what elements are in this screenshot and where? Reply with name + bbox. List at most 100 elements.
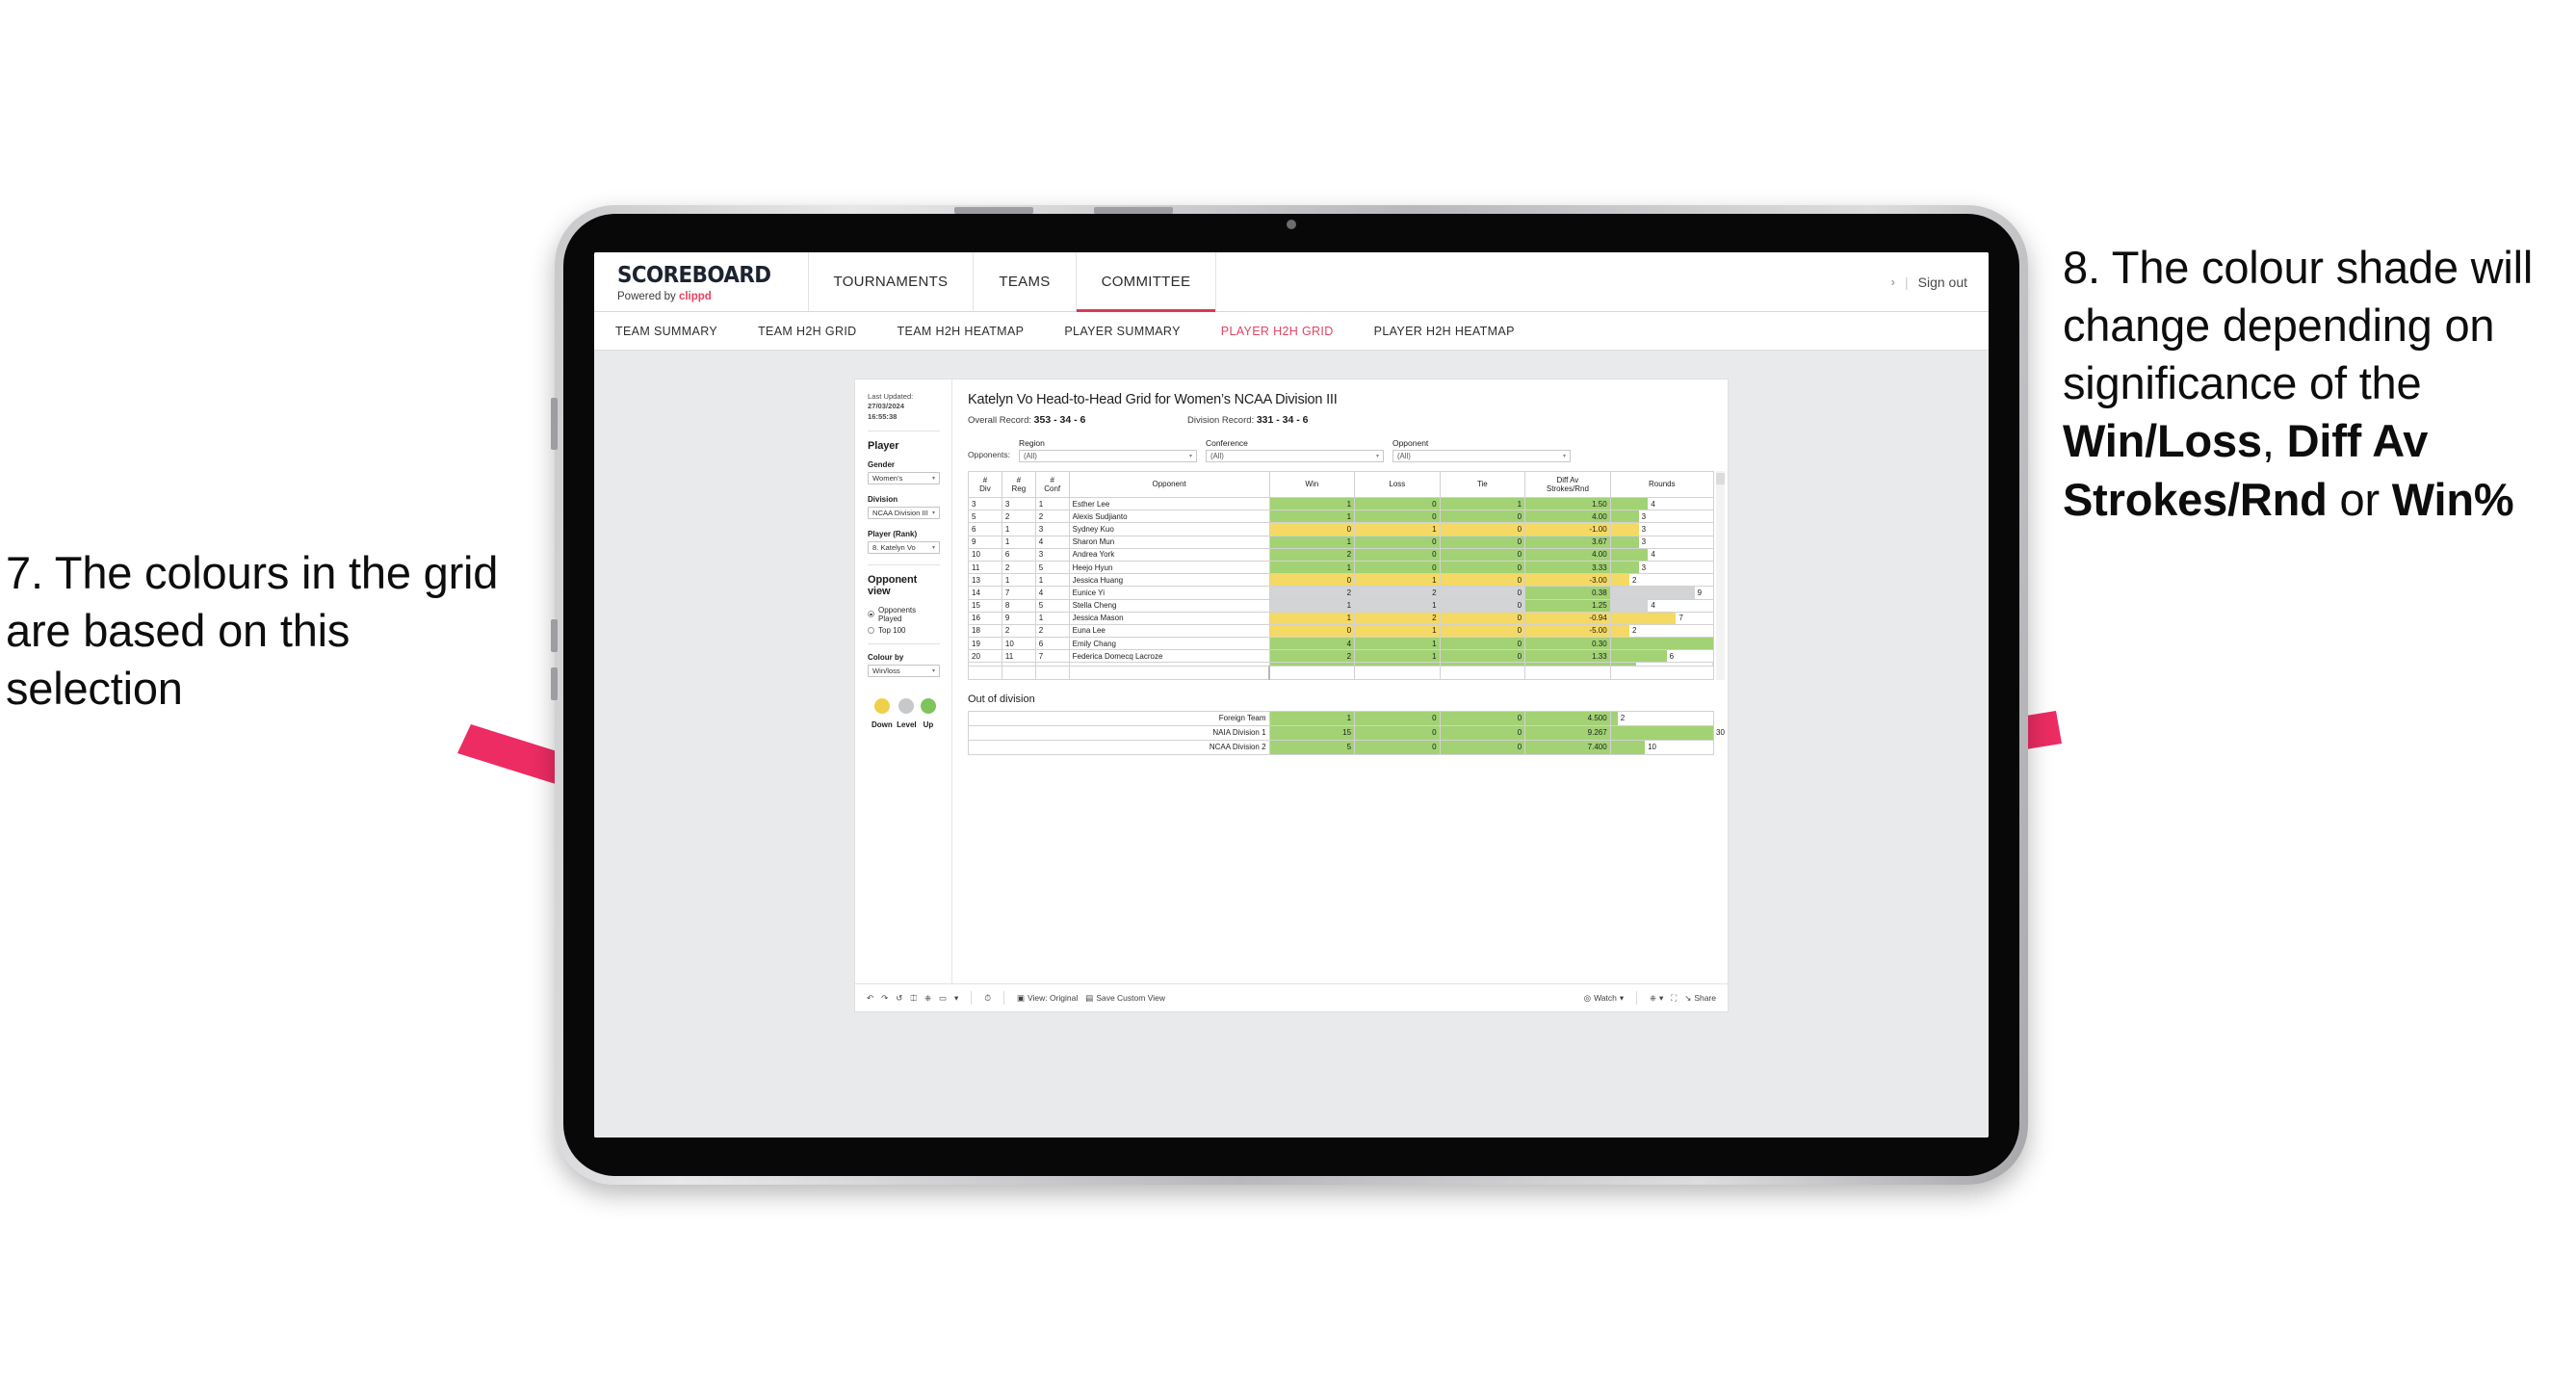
cell: 2 xyxy=(1034,623,1070,639)
column-header-loss[interactable]: Loss xyxy=(1354,471,1441,498)
tablet-volume-up-button[interactable] xyxy=(954,207,1033,214)
table-row[interactable]: 5 2 2 Alexis Sudjianto 1 0 0 4.00 3 xyxy=(968,510,1715,524)
table-row[interactable]: 14 7 4 Eunice Yi 2 2 0 0.38 9 xyxy=(968,586,1715,600)
cell: Euna Lee xyxy=(1068,623,1270,639)
nav-item-tournaments[interactable]: TOURNAMENTS xyxy=(809,252,975,311)
cell: 0 xyxy=(1439,560,1526,575)
cell: Emily Chang xyxy=(1068,637,1270,651)
chevron-down-icon: ▾ xyxy=(1188,454,1192,459)
brand-subtitle: Powered by clippd xyxy=(617,291,783,302)
filter-select[interactable]: (All) ▾ xyxy=(1018,450,1197,462)
nav-item-committee[interactable]: COMMITTEE xyxy=(1076,252,1217,312)
tablet-side-button-b[interactable] xyxy=(551,667,558,700)
refresh-button[interactable]: ⎅ xyxy=(910,994,917,1003)
colour-by-value: Win/loss xyxy=(872,666,900,675)
table-row[interactable]: 15 8 5 Stella Cheng 1 1 0 1.25 4 xyxy=(968,598,1715,613)
cell: 0.30 xyxy=(1524,637,1611,651)
cell: Jessica Mason xyxy=(1068,611,1270,625)
legend-item-down: Down xyxy=(872,697,893,729)
brand-logo[interactable]: SCOREBOARD Powered by clippd xyxy=(594,252,809,311)
table-scrollbar-track[interactable] xyxy=(1716,471,1725,680)
cell: 1 xyxy=(1268,496,1356,511)
tablet-power-button[interactable] xyxy=(551,398,558,450)
filter-conference: Conference (All) ▾ xyxy=(1205,438,1384,462)
tablet-side-button-a[interactable] xyxy=(551,619,558,652)
division-select[interactable]: NCAA Division III ▾ xyxy=(868,506,940,519)
sign-out-link[interactable]: Sign out xyxy=(1918,275,1967,290)
column-header-diff-av-strokes-rnd[interactable]: Diff Av Strokes/Rnd xyxy=(1524,471,1611,498)
cell: NCAA Division 2 xyxy=(968,739,1270,755)
out-of-division-row[interactable]: NCAA Division 2 5 0 0 7.400 10 xyxy=(968,739,1715,755)
subnav-item-team-h2h-grid[interactable]: TEAM H2H GRID xyxy=(738,325,876,338)
table-row[interactable]: 3 3 1 Esther Lee 1 0 1 1.50 4 xyxy=(968,496,1715,511)
table-row[interactable]: 19106Emily Chang4100.3011 xyxy=(968,637,1715,651)
subnav-item-player-h2h-grid[interactable]: PLAYER H2H GRID xyxy=(1201,325,1354,338)
view-original-button[interactable]: ▣ View: Original xyxy=(1017,993,1078,1003)
cell: 0 xyxy=(1439,611,1526,625)
divider xyxy=(868,563,940,565)
table-scrollbar-thumb[interactable] xyxy=(1716,473,1725,484)
table-row[interactable]: 13 1 1 Jessica Huang 0 1 0 -3.00 2 xyxy=(968,573,1715,588)
chevron-down-icon: ▾ xyxy=(931,510,935,516)
column-header--div[interactable]: # Div xyxy=(968,471,1002,498)
column-header-tie[interactable]: Tie xyxy=(1439,471,1526,498)
column-header--reg[interactable]: # Reg xyxy=(1001,471,1036,498)
save-custom-view-button[interactable]: ▤ Save Custom View xyxy=(1085,993,1165,1003)
undo-button[interactable]: ↶ xyxy=(867,994,873,1003)
cell: 5 xyxy=(968,510,1002,524)
watch-button[interactable]: ◎ Watch ▾ xyxy=(1584,993,1624,1003)
chevron-right-icon[interactable]: › xyxy=(1891,275,1895,289)
filter-select[interactable]: (All) ▾ xyxy=(1205,450,1384,462)
gender-select[interactable]: Women’s ▾ xyxy=(868,471,940,484)
cell: 1 xyxy=(1354,649,1441,664)
table-row[interactable]: 11 2 5 Heejo Hyun 1 0 0 3.33 3 xyxy=(968,560,1715,575)
cell: 0.38 xyxy=(1524,586,1611,600)
revert-button[interactable]: ↺ xyxy=(896,994,902,1003)
pause-auto-update-button[interactable]: ⎈ xyxy=(924,994,931,1003)
redo-button[interactable]: ↷ xyxy=(881,994,888,1003)
radio-opponents-played[interactable]: Opponents Played xyxy=(868,606,940,623)
nav-item-teams[interactable]: TEAMS xyxy=(974,252,1077,311)
colour-by-select[interactable]: Win/loss ▾ xyxy=(868,664,940,677)
table-row[interactable]: 20 11 7 Federica Domecq Lacroze 2 1 0 1.33 6 xyxy=(968,649,1715,664)
column-header-win[interactable]: Win xyxy=(1268,471,1356,498)
table-row[interactable]: 6 1 3 Sydney Kuo 0 1 0 -1.00 3 xyxy=(968,522,1715,536)
filter-select[interactable]: (All) ▾ xyxy=(1392,450,1571,462)
view-original-label: View: Original xyxy=(1027,993,1079,1003)
out-of-division-row[interactable]: NAIA Division 1 15 0 0 9.267 30 xyxy=(968,724,1725,741)
column-header-rounds[interactable]: Rounds xyxy=(1609,471,1715,498)
tablet-volume-down-button[interactable] xyxy=(1094,207,1173,214)
subnav-item-team-summary[interactable]: TEAM SUMMARY xyxy=(615,325,738,338)
rounds-bar xyxy=(1611,587,1695,598)
column-header-opponent[interactable]: Opponent xyxy=(1068,471,1270,498)
rounds-value: 3 xyxy=(1641,537,1647,547)
subnav-item-team-h2h-heatmap[interactable]: TEAM H2H HEATMAP xyxy=(877,325,1045,338)
table-row[interactable]: 16 9 1 Jessica Mason 1 2 0 -0.94 7 xyxy=(968,611,1715,625)
fullscreen-button[interactable]: ⛶ xyxy=(1671,994,1677,1003)
chevron-down-icon[interactable]: ▾ xyxy=(954,994,958,1003)
table-row[interactable]: 18 2 2 Euna Lee 0 1 0 -5.00 2 xyxy=(968,623,1715,639)
out-of-division-row[interactable]: Foreign Team 1 0 0 4.500 2 xyxy=(968,710,1715,726)
cell: 1.25 xyxy=(1524,598,1611,613)
opponent-view-radio-group: Opponents Played Top 100 xyxy=(868,606,940,635)
player-rank-select[interactable]: 8. Katelyn Vo ▾ xyxy=(868,540,940,554)
subnav-item-player-h2h-heatmap[interactable]: PLAYER H2H HEATMAP xyxy=(1354,325,1535,338)
table-header-row: # Div # Reg # Conf Opponent Win Loss Tie Diff Av St… xyxy=(968,471,1715,498)
column-header--conf[interactable]: # Conf xyxy=(1034,471,1070,498)
rounds-bar-cell: 4 xyxy=(1609,496,1715,511)
cell: 13 xyxy=(968,573,1002,588)
table-row[interactable]: 10 6 3 Andrea York 2 0 0 4.00 4 xyxy=(968,547,1715,562)
table-row[interactable]: 9 1 4 Sharon Mun 1 0 0 3.67 3 xyxy=(968,535,1715,549)
cell: 1 xyxy=(1354,522,1441,536)
clock-icon[interactable]: ⏱ xyxy=(984,994,991,1003)
overall-record: Overall Record: 353 - 34 - 6 xyxy=(968,414,1187,426)
subnav-item-player-summary[interactable]: PLAYER SUMMARY xyxy=(1044,325,1200,338)
cell xyxy=(1034,666,1070,680)
radio-top-100[interactable]: Top 100 xyxy=(868,626,940,635)
device-layout-button[interactable]: ▭ xyxy=(939,994,947,1003)
cell: 1 xyxy=(1268,598,1356,613)
rounds-value: 11 xyxy=(1713,638,1714,649)
download-button[interactable]: ⎈ ▾ xyxy=(1650,994,1663,1003)
share-button[interactable]: ↘ Share xyxy=(1684,993,1716,1003)
cell: Esther Lee xyxy=(1068,496,1270,511)
